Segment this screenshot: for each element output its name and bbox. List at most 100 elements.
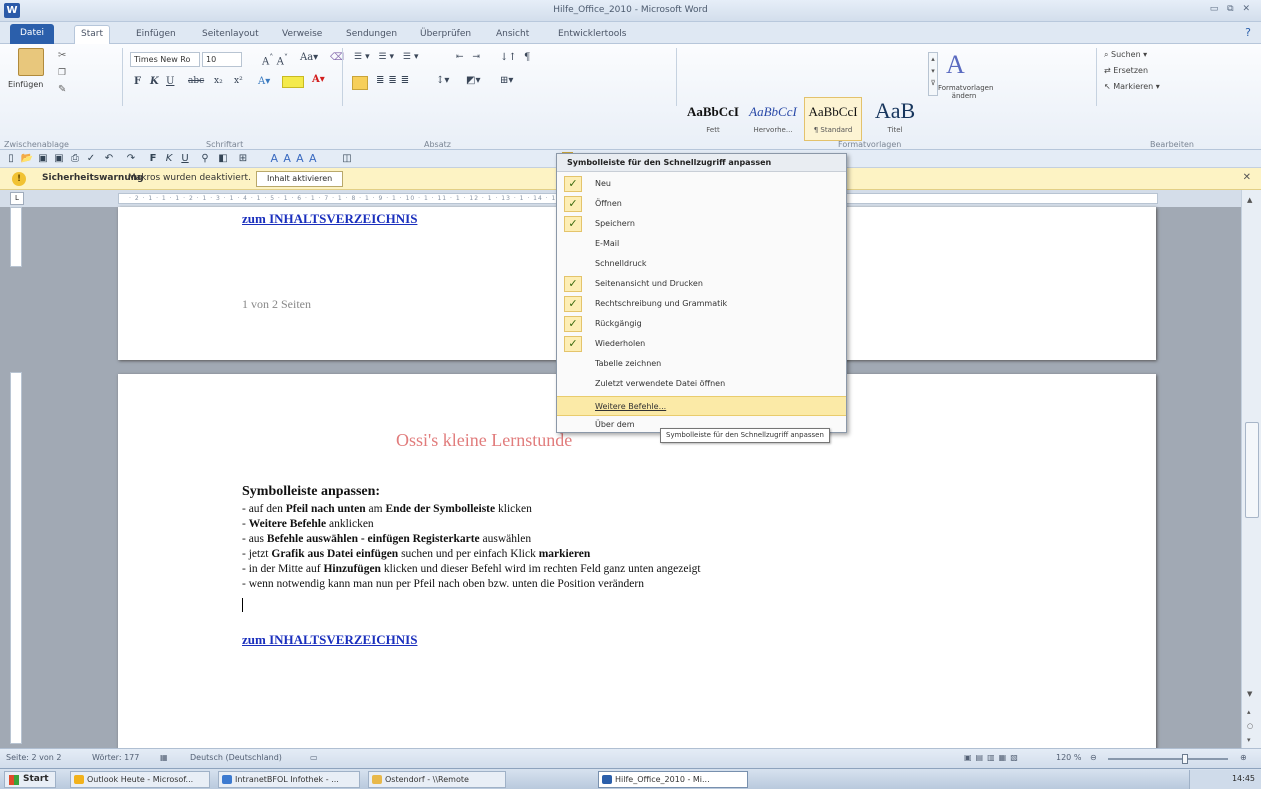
scrollbar-thumb[interactable] <box>1245 422 1259 518</box>
spelling-icon[interactable]: ✓ <box>84 152 98 165</box>
select-button[interactable]: ↖ Markieren ▾ <box>1104 82 1160 91</box>
format-qat-icon[interactable]: ⚲ <box>198 152 212 165</box>
tab-ansicht[interactable]: Ansicht <box>490 26 535 44</box>
zoom-slider[interactable] <box>1108 758 1228 760</box>
menu-item-speichern[interactable]: ✓ Speichern <box>557 214 846 234</box>
menu-item-email[interactable]: E-Mail <box>557 234 846 254</box>
enable-content-button[interactable]: Inhalt aktivieren <box>256 171 344 187</box>
zoom-slider-thumb[interactable] <box>1182 754 1188 764</box>
bold-icon[interactable]: F <box>134 76 141 87</box>
line-spacing-icon[interactable]: ↕▾ <box>436 75 449 86</box>
cut-icon[interactable]: ✂ <box>58 50 66 61</box>
italic-icon[interactable]: K <box>150 76 159 87</box>
menu-item-tabelle-zeichnen[interactable]: Tabelle zeichnen <box>557 354 846 374</box>
new-icon[interactable]: ▯ <box>4 152 18 165</box>
align-icons[interactable]: ≣≣≣ <box>376 75 413 86</box>
style-fett[interactable]: AaBbCcI Fett <box>684 97 742 141</box>
tab-datei[interactable]: Datei <box>10 24 55 44</box>
replace-button[interactable]: ⇄ Ersetzen <box>1104 66 1148 75</box>
menu-item-neu[interactable]: ✓ Neu <box>557 174 846 194</box>
start-button[interactable]: Start <box>4 771 56 788</box>
print-preview-icon[interactable]: ⎙ <box>68 152 82 165</box>
taskbar-item-word[interactable]: Hilfe_Office_2010 - Mi... <box>598 771 748 788</box>
font-style-qat-icons[interactable]: AAAA <box>256 152 336 165</box>
shapes-qat-icon[interactable]: ◧ <box>216 152 230 165</box>
tab-entwicklertools[interactable]: Entwicklertools <box>552 26 632 44</box>
menu-item-rueckgaengig[interactable]: ✓ Rückgängig <box>557 314 846 334</box>
underline-qat-icon[interactable]: U <box>178 152 192 165</box>
font-size-combo[interactable]: 10 <box>202 52 242 67</box>
zoom-level[interactable]: 120 % <box>1056 753 1081 762</box>
change-styles-label[interactable]: Formatvorlagen ändern <box>938 84 993 100</box>
strikethrough-icon[interactable]: abc <box>188 76 204 86</box>
style-standard[interactable]: AaBbCcI ¶ Standard <box>804 97 862 141</box>
sort-icon[interactable]: ↓↑ <box>500 52 517 63</box>
highlight-color-icon[interactable] <box>282 76 304 88</box>
menu-item-weitere-befehle[interactable]: Weitere Befehle... <box>557 396 846 416</box>
menu-item-wiederholen[interactable]: ✓ Wiederholen <box>557 334 846 354</box>
style-titel[interactable]: AaB Titel <box>866 97 924 141</box>
macro-record-icon[interactable]: ▭ <box>310 753 318 762</box>
vertical-scrollbar[interactable]: ▲ ▼ ▴ ○ ▾ <box>1241 190 1261 748</box>
next-page-icon[interactable]: ▾ <box>1247 736 1251 744</box>
indent-icon[interactable]: ⇤ ⇥ <box>456 52 483 62</box>
tab-einfuegen[interactable]: Einfügen <box>130 26 182 44</box>
paste-button-label[interactable]: Einfügen <box>8 80 43 89</box>
borders-icon[interactable]: ⊞▾ <box>500 75 513 86</box>
menu-item-seitenansicht[interactable]: ✓ Seitenansicht und Drucken <box>557 274 846 294</box>
find-button[interactable]: ⌕ Suchen ▾ <box>1104 50 1147 60</box>
shading-icon[interactable]: ◩▾ <box>466 75 480 86</box>
undo-icon[interactable]: ↶ <box>102 152 116 165</box>
menu-item-schnelldruck[interactable]: Schnelldruck <box>557 254 846 274</box>
toc-link-bottom[interactable]: zum INHALTSVERZEICHNIS <box>242 632 417 648</box>
language-status[interactable]: Deutsch (Deutschland) <box>190 753 282 762</box>
page-count-status[interactable]: Seite: 2 von 2 <box>6 753 61 762</box>
tab-verweise[interactable]: Verweise <box>276 26 328 44</box>
scroll-down-icon[interactable]: ▼ <box>1247 690 1252 698</box>
taskbar-item-ostendorf[interactable]: Ostendorf - \\Remote <box>368 771 506 788</box>
list-bullets-icon[interactable]: ☰▾ ☰▾ ☰▾ <box>354 52 421 62</box>
bold-qat-icon[interactable]: F <box>146 152 160 165</box>
taskbar-item-intranet[interactable]: IntranetBFOL Infothek - ... <box>218 771 360 788</box>
menu-item-zuletzt-verwendet[interactable]: Zuletzt verwendete Datei öffnen <box>557 374 846 394</box>
copy-icon[interactable]: ❐ <box>58 68 66 78</box>
word-count-status[interactable]: Wörter: 177 <box>92 753 139 762</box>
format-painter-icon[interactable]: ✎ <box>58 84 66 95</box>
font-color-icon[interactable]: A▾ <box>312 74 325 85</box>
change-case-icon[interactable]: Aa▾ <box>300 52 318 63</box>
zoom-in-icon[interactable]: ⊕ <box>1240 753 1247 762</box>
window-controls[interactable]: ▭ ⧉ ✕ <box>1210 4 1253 14</box>
menu-item-oeffnen[interactable]: ✓ Öffnen <box>557 194 846 214</box>
style-hervorhebung[interactable]: AaBbCcI Hervorhe... <box>744 97 802 141</box>
help-icon[interactable]: ? <box>1245 26 1251 39</box>
text-effects-icon[interactable]: A▾ <box>258 76 270 87</box>
tab-ueberpruefen[interactable]: Überprüfen <box>414 26 477 44</box>
save-icon[interactable]: ▣ <box>36 152 50 165</box>
tab-sendungen[interactable]: Sendungen <box>340 26 403 44</box>
browse-object-icon[interactable]: ○ <box>1247 722 1253 730</box>
font-name-combo[interactable]: Times New Ro <box>130 52 200 67</box>
taskbar-item-outlook[interactable]: Outlook Heute - Microsof... <box>70 771 210 788</box>
grow-font-icon[interactable]: A˄ A˅ <box>262 52 288 67</box>
tab-seitenlayout[interactable]: Seitenlayout <box>196 26 265 44</box>
tab-start[interactable]: Start <box>74 25 110 45</box>
toc-link-top[interactable]: zum INHALTSVERZEICHNIS <box>242 211 417 227</box>
tab-selector-icon[interactable]: L <box>10 192 24 205</box>
italic-qat-icon[interactable]: K <box>162 152 176 165</box>
pilcrow-icon[interactable]: ¶ <box>524 52 530 63</box>
close-icon[interactable]: ✕ <box>1243 172 1251 183</box>
superscript-icon[interactable]: x² <box>234 76 243 86</box>
system-tray[interactable]: 14:45 <box>1189 770 1261 789</box>
proofing-icon[interactable]: ▦ <box>160 753 168 762</box>
redo-icon[interactable]: ↷ <box>124 152 138 165</box>
scroll-up-icon[interactable]: ▲ <box>1247 196 1252 204</box>
align-left-icon[interactable] <box>352 76 368 90</box>
window-qat-icon[interactable]: ◫ <box>340 152 354 165</box>
table-qat-icon[interactable]: ⊞ <box>236 152 250 165</box>
underline-icon[interactable]: U <box>166 76 174 87</box>
styles-scroll-icon[interactable]: ▴ ▾ ⊽ <box>928 52 938 96</box>
menu-item-rechtschreibung[interactable]: ✓ Rechtschreibung und Grammatik <box>557 294 846 314</box>
save-as-icon[interactable]: ▣ <box>52 152 66 165</box>
zoom-out-icon[interactable]: ⊖ <box>1090 753 1097 762</box>
view-buttons-icons[interactable]: ▣▤▥▦▧ <box>964 753 1022 762</box>
